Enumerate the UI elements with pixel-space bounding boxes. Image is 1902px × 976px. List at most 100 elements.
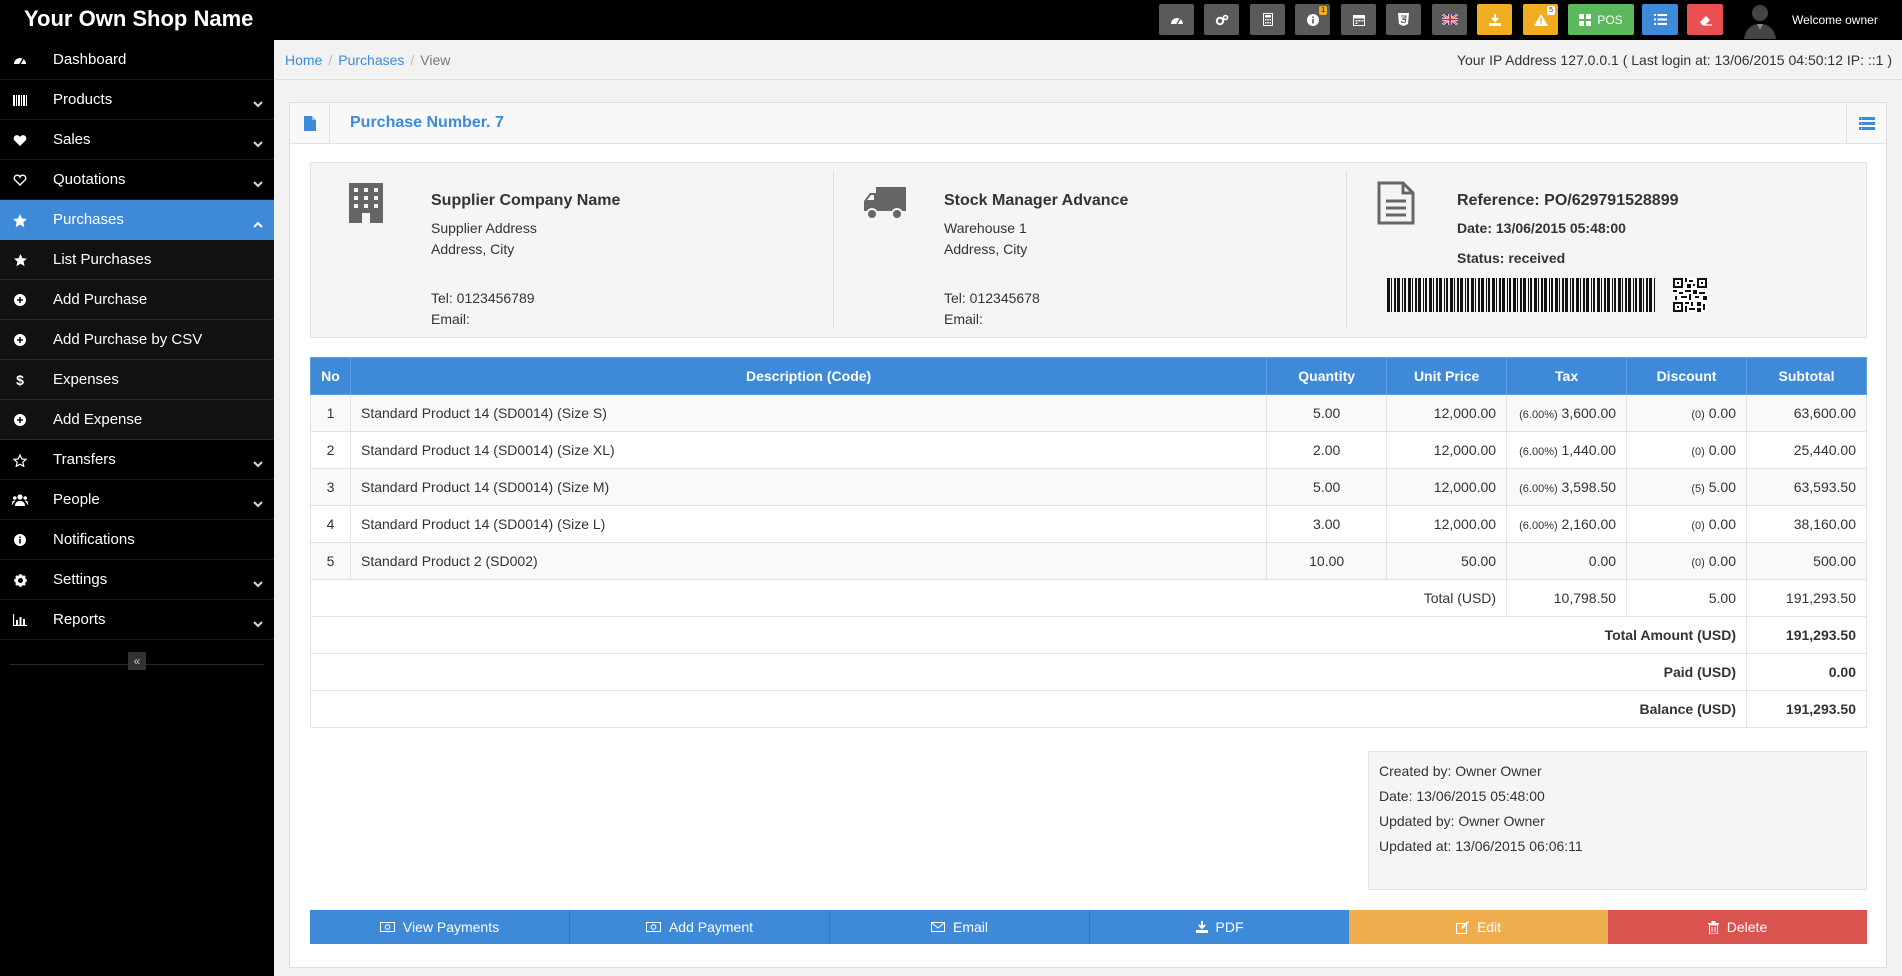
sidebar-collapse-button[interactable]: « [128, 652, 146, 670]
total-discount: 5.00 [1626, 579, 1747, 617]
user-avatar[interactable] [1740, 1, 1780, 39]
settings-icon[interactable] [1204, 4, 1239, 35]
barcode-bar [1635, 278, 1637, 312]
money-icon [645, 922, 661, 932]
barcode-bar [1408, 278, 1411, 312]
calendar-icon[interactable] [1341, 4, 1376, 35]
breadcrumb-purchases[interactable]: Purchases [338, 52, 404, 68]
table-row[interactable]: 5 Standard Product 2 (SD002) 10.00 50.00 0.… [310, 542, 1868, 580]
brand-title[interactable]: Your Own Shop Name [24, 6, 253, 32]
panel-menu-icon[interactable] [1846, 103, 1886, 143]
table-row[interactable]: 1 Standard Product 14 (SD0014) (Size S) 5.… [310, 394, 1868, 432]
uk-flag-icon[interactable] [1432, 4, 1467, 35]
star-outline-icon [12, 452, 28, 468]
warehouse-email: Email: [944, 311, 983, 327]
users-icon [12, 492, 28, 508]
sidebar-item-dashboard[interactable]: Dashboard [0, 40, 274, 80]
sidebar-item-label: Sales [53, 131, 91, 148]
barcode-bar [1551, 278, 1553, 312]
column-header[interactable]: No [310, 357, 351, 395]
sidebar-item-transfers[interactable]: Transfers [0, 440, 274, 480]
row-description: Standard Product 14 (SD0014) (Size L) [349, 505, 1268, 543]
dashboard-icon[interactable] [1159, 4, 1194, 35]
column-header[interactable]: Description (Code) [349, 357, 1268, 395]
plus-circle-icon [12, 412, 28, 428]
barcode-bar [1481, 278, 1484, 312]
barcode-bar [1604, 278, 1606, 312]
eraser-icon[interactable] [1687, 4, 1723, 35]
row-number: 4 [310, 505, 351, 543]
barcode-bar [1496, 278, 1497, 312]
column-header[interactable]: Discount [1626, 357, 1747, 395]
barcode-bar [1486, 278, 1487, 312]
barcode-bar [1507, 278, 1508, 312]
qr-code-image [1673, 278, 1707, 312]
sidebar-item-quotations[interactable]: Quotations [0, 160, 274, 200]
barcode-bar [1457, 278, 1459, 312]
html5-icon[interactable] [1386, 4, 1421, 35]
row-quantity: 5.00 [1266, 394, 1388, 432]
table-header-row: No Description (Code) Quantity Unit Pric… [310, 357, 1868, 395]
supplier-name: Supplier Company Name [431, 192, 621, 209]
barcode-bar [1523, 278, 1526, 312]
download-icon [1195, 921, 1208, 933]
email-button[interactable]: Email [830, 910, 1090, 944]
table-row[interactable]: 3 Standard Product 14 (SD0014) (Size M) 5.… [310, 468, 1868, 506]
barcode-bar [1601, 278, 1602, 312]
info-icon [12, 532, 28, 548]
info-icon[interactable]: 1 [1295, 4, 1330, 35]
view-payments-button[interactable]: View Payments [310, 910, 570, 944]
sidebar-item-sales[interactable]: Sales [0, 120, 274, 160]
sidebar-item-list-purchases[interactable]: List Purchases [0, 240, 274, 280]
add-payment-button[interactable]: Add Payment [570, 910, 830, 944]
breadcrumb-home[interactable]: Home [285, 52, 322, 68]
total-label: Total (USD) [309, 579, 1508, 617]
calculator-icon[interactable] [1250, 4, 1285, 35]
sidebar-item-reports[interactable]: Reports [0, 600, 274, 640]
barcode-bar [1488, 278, 1490, 312]
row-description: Standard Product 14 (SD0014) (Size S) [349, 394, 1268, 432]
row-number: 3 [310, 468, 351, 506]
list-icon[interactable] [1642, 4, 1678, 35]
welcome-text[interactable]: Welcome owner [1792, 13, 1878, 27]
sidebar-item-settings[interactable]: Settings [0, 560, 274, 600]
barcode-bar [1394, 278, 1396, 312]
sidebar-item-purchases[interactable]: Purchases [0, 200, 274, 240]
sidebar-item-add-purchase[interactable]: Add Purchase [0, 280, 274, 320]
row-tax-rate: (6.00%) [1519, 520, 1558, 532]
sidebar-item-notifications[interactable]: Notifications [0, 520, 274, 560]
column-header[interactable]: Quantity [1266, 357, 1388, 395]
chevron-down-icon [253, 495, 263, 512]
sidebar-item-products[interactable]: Products [0, 80, 274, 120]
plus-circle-icon [12, 332, 28, 348]
breadcrumb-separator: / [410, 52, 415, 68]
edit-button[interactable]: Edit [1349, 910, 1608, 944]
sidebar-item-people[interactable]: People [0, 480, 274, 520]
reference-number: Reference: PO/629791528899 [1457, 192, 1679, 209]
pos-button[interactable]: POS [1568, 4, 1634, 35]
sidebar-item-add-purchase-csv[interactable]: Add Purchase by CSV [0, 320, 274, 360]
table-row[interactable]: 2 Standard Product 14 (SD0014) (Size XL) 2… [310, 431, 1868, 469]
column-header[interactable]: Subtotal [1745, 357, 1868, 395]
barcode-bar [1460, 278, 1463, 312]
warning-icon[interactable]: 5 [1523, 4, 1558, 35]
pdf-button[interactable]: PDF [1090, 910, 1349, 944]
column-header[interactable]: Tax [1506, 357, 1628, 395]
barcode-bar [1387, 278, 1390, 312]
top-bar: Your Own Shop Name 1 5 POS Welcome owner [0, 0, 1902, 40]
barcode-bar [1580, 278, 1581, 312]
barcode-bar [1628, 278, 1631, 312]
row-tax-value: 3,600.00 [1561, 405, 1617, 421]
barcode-bar [1538, 278, 1539, 312]
ip-info: Your IP Address 127.0.0.1 ( Last login a… [1456, 52, 1892, 68]
barcode-bar [1625, 278, 1627, 312]
download-icon[interactable] [1477, 4, 1512, 35]
table-row[interactable]: 4 Standard Product 14 (SD0014) (Size L) 3.… [310, 505, 1868, 543]
barcode-bar [1593, 278, 1595, 312]
column-header[interactable]: Unit Price [1386, 357, 1508, 395]
delete-button[interactable]: Delete [1608, 910, 1867, 944]
sidebar-item-label: Expenses [53, 371, 119, 388]
chevron-down-icon [253, 95, 263, 112]
sidebar-item-add-expense[interactable]: Add Expense [0, 400, 274, 440]
sidebar-item-expenses[interactable]: $ Expenses [0, 360, 274, 400]
